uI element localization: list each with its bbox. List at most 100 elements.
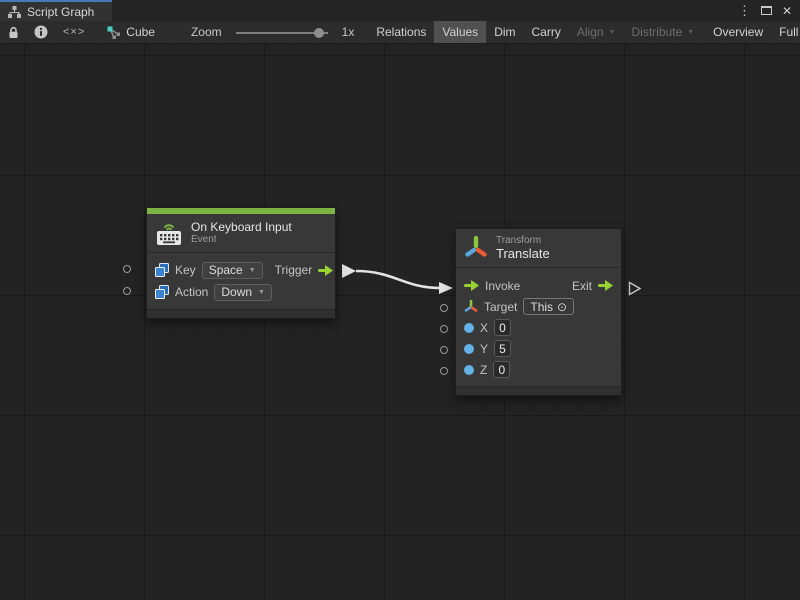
fullscreen-button[interactable]: Full Screen: [771, 21, 800, 43]
z-value-input[interactable]: 0: [493, 361, 510, 378]
exit-flow-arrow-icon[interactable]: [598, 280, 613, 291]
graph-name: Cube: [126, 25, 155, 39]
code-icon: <×>: [63, 26, 85, 38]
connection-dest-arrow-icon: [439, 282, 453, 294]
node-footer: [147, 309, 335, 318]
relations-label: Relations: [376, 25, 426, 39]
x-label: X: [480, 321, 488, 335]
lock-button[interactable]: [0, 21, 27, 43]
object-picker-icon: ⊙: [557, 300, 567, 314]
keycode-icon: [155, 263, 169, 277]
y-value-input[interactable]: 5: [494, 340, 511, 357]
target-row: Target This ⊙: [464, 296, 613, 317]
toolbar: <×> Cube Zoom 1x Relations: [0, 21, 800, 44]
node-title: On Keyboard Input: [191, 220, 292, 234]
node-title: Translate: [496, 247, 550, 261]
graph-canvas[interactable]: On Keyboard Input Event Key Space ▼: [0, 44, 800, 600]
y-port[interactable]: [440, 346, 448, 354]
node-subtitle: Event: [191, 234, 292, 246]
invoke-row: Invoke Exit: [464, 275, 613, 296]
lock-icon: [7, 26, 20, 39]
values-button[interactable]: Values: [434, 21, 486, 43]
chevron-down-icon: ▼: [687, 29, 694, 36]
carry-label: Carry: [532, 25, 561, 39]
trigger-flow-arrow-icon[interactable]: [318, 265, 333, 276]
titlebar: Script Graph ⋮ ✕: [0, 0, 800, 21]
key-value: Space: [209, 263, 243, 277]
align-button[interactable]: Align ▼: [569, 21, 624, 43]
zoom-slider[interactable]: [236, 21, 328, 44]
key-dropdown[interactable]: Space ▼: [202, 262, 263, 279]
x-row: X 0: [464, 317, 613, 338]
keycode-icon: [155, 285, 169, 299]
x-value-input[interactable]: 0: [494, 319, 511, 336]
y-value-port-icon: [464, 344, 474, 354]
zoom-control: Zoom 1x: [165, 21, 368, 43]
window-menu-icon[interactable]: ⋮: [738, 4, 751, 17]
distribute-label: Distribute: [631, 25, 682, 39]
z-row: Z 0: [464, 359, 613, 380]
info-icon: [34, 25, 48, 39]
target-port[interactable]: [440, 304, 448, 312]
chevron-down-icon: ▼: [609, 29, 616, 36]
zoom-label: Zoom: [185, 25, 228, 39]
fullscreen-label: Full Screen: [779, 25, 800, 39]
action-port[interactable]: [123, 287, 131, 295]
node-footer: [456, 386, 621, 395]
y-row: Y 5: [464, 338, 613, 359]
translate-node-header: Transform Translate: [456, 229, 621, 268]
tab-title: Script Graph: [27, 5, 94, 19]
info-button[interactable]: [27, 21, 55, 43]
key-port[interactable]: [123, 265, 131, 273]
on-keyboard-input-node[interactable]: On Keyboard Input Event Key Space ▼: [146, 207, 336, 319]
zoom-value: 1x: [336, 25, 361, 39]
tab-script-graph[interactable]: Script Graph: [0, 0, 112, 21]
code-preview-button[interactable]: <×>: [55, 21, 93, 43]
maximize-icon[interactable]: [761, 6, 772, 15]
chevron-down-icon: ▼: [258, 289, 265, 296]
translate-node[interactable]: Transform Translate Invoke Exit: [455, 228, 622, 396]
close-icon[interactable]: ✕: [782, 5, 792, 17]
zoom-slider-handle[interactable]: [314, 28, 324, 38]
key-row: Key Space ▼ Trigger: [155, 259, 327, 281]
target-label: Target: [484, 300, 517, 314]
align-label: Align: [577, 25, 604, 39]
connection-source-arrow-icon[interactable]: [342, 264, 356, 278]
action-label: Action: [175, 285, 208, 299]
event-node-body: Key Space ▼ Trigger: [147, 253, 335, 309]
graph-hierarchy-icon: [8, 6, 21, 18]
dim-label: Dim: [494, 25, 515, 39]
overview-button[interactable]: Overview: [705, 21, 771, 43]
z-label: Z: [480, 363, 487, 377]
trigger-label: Trigger: [275, 263, 313, 277]
x-value-port-icon: [464, 323, 474, 333]
action-value: Down: [221, 285, 252, 299]
invoke-label: Invoke: [485, 279, 520, 293]
z-port[interactable]: [440, 367, 448, 375]
relations-button[interactable]: Relations: [368, 21, 434, 43]
script-graph-window: Script Graph ⋮ ✕: [0, 0, 800, 600]
translate-node-body: Invoke Exit Target: [456, 268, 621, 386]
action-dropdown[interactable]: Down ▼: [214, 284, 272, 301]
action-row: Action Down ▼: [155, 281, 327, 303]
target-value: This: [530, 300, 553, 314]
graph-reference[interactable]: Cube: [93, 21, 165, 43]
z-value-port-icon: [464, 365, 474, 375]
event-node-header: On Keyboard Input Event: [147, 214, 335, 253]
window-controls: ⋮ ✕: [738, 0, 800, 21]
distribute-button[interactable]: Distribute ▼: [623, 21, 702, 43]
connection-layer: [0, 44, 800, 600]
x-port[interactable]: [440, 325, 448, 333]
y-label: Y: [480, 342, 488, 356]
dim-button[interactable]: Dim: [486, 21, 523, 43]
exit-label: Exit: [572, 279, 592, 293]
carry-button[interactable]: Carry: [524, 21, 569, 43]
connection-wire[interactable]: [356, 271, 440, 288]
overview-label: Overview: [713, 25, 763, 39]
transform-icon: [464, 235, 488, 261]
exit-flow-hint-icon[interactable]: [630, 283, 641, 295]
target-object-button[interactable]: This ⊙: [523, 298, 574, 315]
key-label: Key: [175, 263, 196, 277]
graph-icon: [107, 26, 121, 39]
invoke-flow-arrow-icon[interactable]: [464, 280, 479, 291]
